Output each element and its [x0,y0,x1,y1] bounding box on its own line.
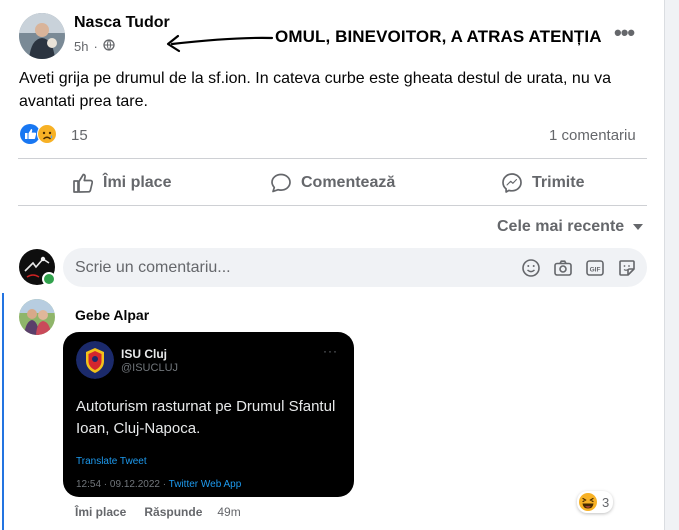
comment-like-button[interactable]: Îmi place [75,505,126,519]
sticker-icon[interactable] [617,258,637,278]
tweet-source-app: Twitter Web App [168,479,242,490]
comment-actions: Îmi place Răspunde 49m [75,505,241,519]
reaction-count[interactable]: 15 [71,127,88,144]
annotation-text: OMUL, BINEVOITOR, A ATRAS ATENȚIA [275,27,602,46]
tweet-translate-link: Translate Tweet [76,456,147,467]
tweet-image[interactable]: ISU Cluj @ISUCLUJ ··· Autoturism rasturn… [63,332,354,497]
comment-reply-button[interactable]: Răspunde [144,505,202,519]
comment-input-tools: GIF [521,258,637,278]
comment-sort-label: Cele mai recente [497,218,625,235]
svg-text:GIF: GIF [590,267,601,274]
comment-icon [271,173,291,193]
divider [18,158,647,159]
current-user-avatar[interactable] [19,249,56,286]
sad-icon [37,124,57,149]
tweet-more-icon: ··· [323,344,338,358]
divider [18,205,647,206]
haha-icon [579,493,597,511]
thumbs-up-icon [73,173,94,193]
emoji-icon[interactable] [521,258,541,278]
messenger-icon [502,173,522,193]
post-time[interactable]: 5h [74,39,88,54]
gif-icon[interactable]: GIF [585,258,605,278]
comment-thread-indicator [2,293,4,530]
post-card: Nasca Tudor 5h · OMUL, BINEVOITOR, A ATR… [0,0,665,530]
commenter-name[interactable]: Gebe Alpar [75,307,149,323]
comment-input-placeholder: Scrie un comentariu... [75,259,231,276]
comment-button[interactable]: Comentează [270,166,395,200]
post-author-name[interactable]: Nasca Tudor [74,14,170,32]
share-button[interactable]: Trimite [501,166,584,200]
annotation-arrow-icon [166,34,274,53]
tweet-time-value: 12:54 · 09.12.2022 · [76,479,169,490]
more-options-icon[interactable]: ••• [614,20,635,46]
author-avatar[interactable] [19,13,65,59]
comment-input[interactable]: Scrie un comentariu... GIF [63,248,647,287]
post-text: Aveti grija pe drumul de la sf.ion. In c… [19,70,612,110]
comment-time[interactable]: 49m [217,505,240,519]
tweet-timestamp: 12:54 · 09.12.2022 · Twitter Web App [76,479,241,490]
camera-icon[interactable] [553,258,573,278]
tweet-account-handle: @ISUCLUJ [121,362,179,374]
globe-icon [103,39,115,54]
isu-logo-icon [76,341,114,379]
comment-reaction-count: 3 [602,494,610,510]
tweet-account-name: ISU Cluj [121,347,168,361]
comment-button-label: Comentează [301,174,396,191]
caret-down-icon [633,224,644,230]
like-button-label: Îmi place [103,174,172,191]
commenter-avatar[interactable] [19,299,55,335]
reaction-icons[interactable] [20,124,57,149]
share-button-label: Trimite [532,174,585,191]
tweet-text: Autoturism rasturnat pe Drumul Sfantul I… [76,398,336,437]
online-status-dot [42,272,56,286]
like-button[interactable]: Îmi place [72,166,171,200]
post-meta: 5h · [74,39,115,54]
comment-sort-dropdown[interactable]: Cele mai recente [497,218,644,236]
comment-count[interactable]: 1 comentariu [549,127,636,144]
comment-reactions[interactable]: 3 [577,491,614,513]
